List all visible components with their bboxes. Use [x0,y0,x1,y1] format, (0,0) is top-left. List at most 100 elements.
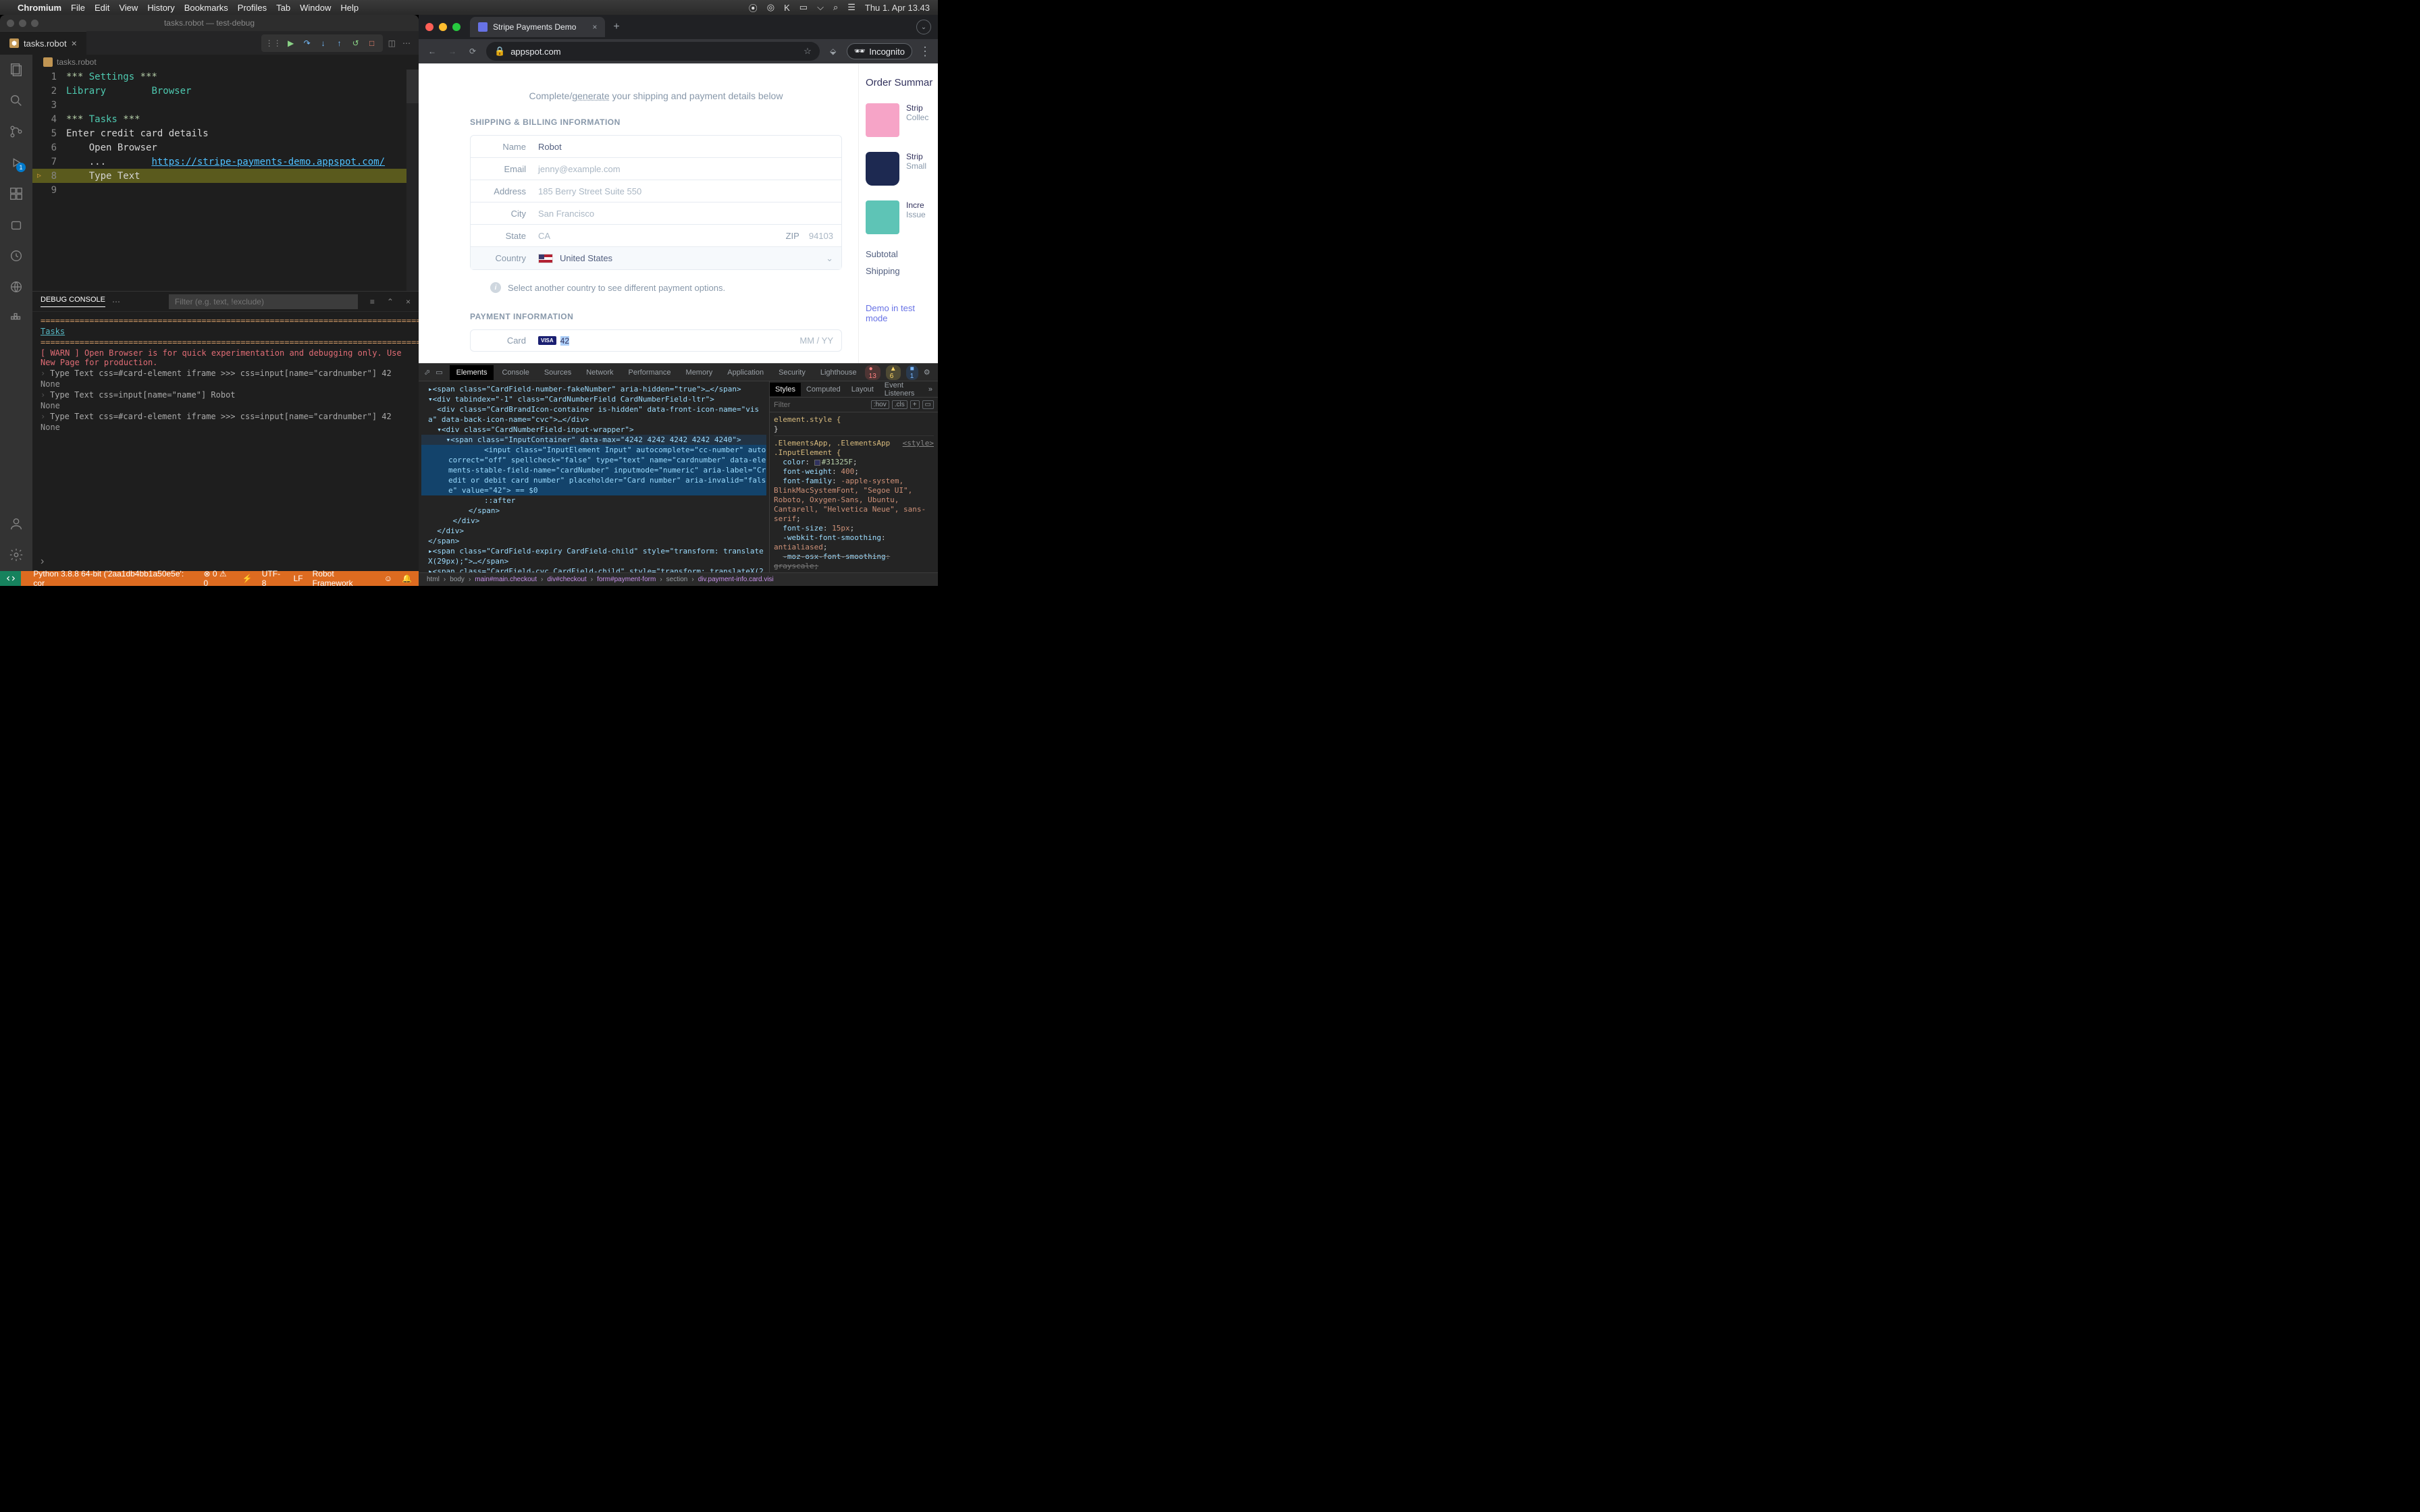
menu-tab[interactable]: Tab [276,3,290,13]
tab-network[interactable]: Network [579,365,620,380]
traffic-close[interactable] [7,20,14,27]
menu-edit[interactable]: Edit [95,3,109,13]
browser-close[interactable] [425,23,433,31]
error-badge[interactable]: ● 13 [865,365,880,380]
tab-overflow-icon[interactable]: ⌄ [916,20,931,34]
address-bar[interactable]: 🔒 appspot.com ☆ [486,42,820,61]
debug-icon[interactable] [8,155,24,171]
tab-computed[interactable]: Computed [801,383,846,396]
menu-bookmarks[interactable]: Bookmarks [184,3,228,13]
tab-lighthouse[interactable]: Lighthouse [814,365,864,380]
cls-toggle[interactable]: .cls [892,400,908,409]
status-errors[interactable]: ⊗ 0 ⚠ 0 [203,569,232,586]
menu-window[interactable]: Window [300,3,331,13]
tab-more-icon[interactable]: » [923,383,938,396]
timeline-icon[interactable] [8,248,24,264]
breakpoint-icon[interactable]: ▷ [32,172,46,180]
hov-toggle[interactable]: :hov [871,400,889,409]
browser-min[interactable] [439,23,447,31]
tab-layout[interactable]: Layout [846,383,879,396]
debug-console-tab[interactable]: DEBUG CONSOLE [41,296,105,307]
step-out-button[interactable]: ↑ [333,36,346,50]
info-badge[interactable]: ■ 1 [906,365,918,380]
input-city[interactable]: San Francisco [538,209,833,219]
styles-settings-icon[interactable]: ▭ [922,400,934,409]
remote-indicator[interactable] [0,571,21,586]
tab-performance[interactable]: Performance [622,365,678,380]
console-filter-input[interactable] [169,294,358,309]
browser-menu-icon[interactable]: ⋮ [919,45,931,59]
tab-close[interactable]: × [592,22,597,32]
panel-more-icon[interactable]: ⋯ [112,297,120,306]
device-toggle-icon[interactable]: ▭ [436,368,442,377]
drag-handle-icon[interactable]: ⋮⋮ [265,38,282,48]
country-dropdown[interactable]: United States ⌄ [538,253,833,264]
traffic-max[interactable] [31,20,38,27]
tab-application[interactable]: Application [720,365,770,380]
tab-styles[interactable]: Styles [770,383,801,396]
console-input[interactable]: › [32,552,419,571]
source-control-icon[interactable] [8,124,24,140]
incognito-badge[interactable]: 🕶 Incognito [847,43,912,59]
forward-button[interactable]: → [446,47,459,56]
menu-history[interactable]: History [147,3,174,13]
remote-icon[interactable] [8,279,24,295]
input-state[interactable]: CA [538,231,786,241]
menu-help[interactable]: Help [340,3,359,13]
styles-filter-input[interactable] [774,401,814,409]
menubar-app[interactable]: Chromium [18,3,61,13]
more-actions-icon[interactable]: ⋯ [402,38,411,48]
new-tab-button[interactable]: + [613,21,619,33]
status-icon-1[interactable]: ⦿ [749,1,758,14]
card-number-input[interactable]: 42 [560,336,569,346]
new-rule-icon[interactable]: + [910,400,920,409]
menu-profiles[interactable]: Profiles [238,3,267,13]
demo-mode-link[interactable]: Demo in test mode [866,303,938,323]
stop-button[interactable]: □ [365,36,379,50]
status-icon-3[interactable]: K [784,3,790,13]
devtools-settings-icon[interactable]: ⚙ [924,368,930,377]
wifi-icon[interactable]: ⌵ [817,2,824,13]
bookmark-star-icon[interactable]: ☆ [804,46,812,57]
search-activity-icon[interactable] [8,92,24,109]
menubar-clock[interactable]: Thu 1. Apr 13.43 [865,3,930,13]
tab-sources[interactable]: Sources [537,365,578,380]
code-editor[interactable]: 1*** Settings *** 2Library Browser 3 4**… [32,70,419,291]
settings-gear-icon[interactable] [8,547,24,563]
status-port[interactable]: ⚡ [242,574,253,583]
menu-file[interactable]: File [71,3,85,13]
console-output[interactable]: ========================================… [32,312,419,552]
devtools-menu-icon[interactable]: ⋮ [936,368,938,377]
warn-badge[interactable]: ▲ 6 [886,365,901,380]
console-lines-icon[interactable]: ≡ [370,297,375,306]
status-python[interactable]: Python 3.8.8 64-bit ('2aa1db4bb1a50e5e':… [33,569,194,586]
status-icon-2[interactable]: ◎ [767,2,774,13]
card-expiry-input[interactable]: MM / YY [799,335,833,346]
menu-view[interactable]: View [119,3,138,13]
status-feedback[interactable]: ☺ [384,574,392,583]
split-editor-icon[interactable]: ◫ [388,38,396,48]
breadcrumb[interactable]: tasks.robot [32,55,419,70]
back-button[interactable]: ← [425,47,439,56]
extensions-toolbar-icon[interactable]: ⬙ [826,47,840,56]
restart-button[interactable]: ↺ [349,36,363,50]
search-icon[interactable]: ⌕ [833,2,838,13]
input-address[interactable]: 185 Berry Street Suite 550 [538,186,833,196]
css-rules[interactable]: element.style {} <style> .ElementsApp, .… [770,412,938,572]
account-icon[interactable] [8,516,24,532]
input-email[interactable]: jenny@example.com [538,164,833,174]
browser-tab[interactable]: Stripe Payments Demo × [470,17,605,37]
minimap[interactable] [406,70,419,291]
generate-link[interactable]: generate [572,90,609,101]
docker-icon[interactable] [8,310,24,326]
input-name[interactable]: Robot [538,142,833,152]
editor-tab[interactable]: ⬢ tasks.robot × [0,31,86,55]
continue-button[interactable]: ▶ [284,36,298,50]
close-panel-icon[interactable]: × [406,297,411,306]
elements-breadcrumb[interactable]: html› body› main#main.checkout› div#chec… [419,572,938,586]
collapse-icon[interactable]: ⌃ [387,297,394,306]
reload-button[interactable]: ⟳ [466,47,479,56]
extensions-icon[interactable] [8,186,24,202]
tab-memory[interactable]: Memory [679,365,720,380]
input-zip[interactable]: 94103 [809,231,833,241]
